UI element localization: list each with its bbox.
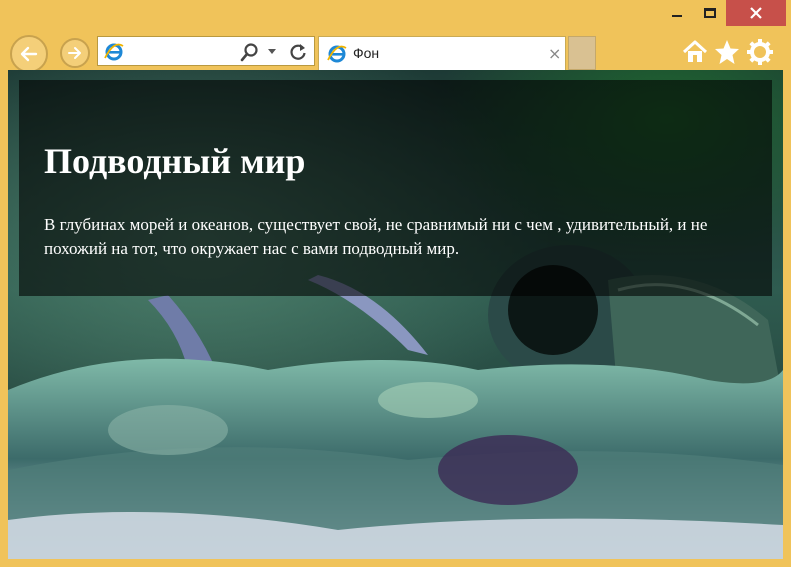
search-icon[interactable] (240, 42, 260, 62)
tab-close-icon[interactable]: × (548, 44, 561, 63)
browser-window: Фон × Подводный мир В глубинах морей и о… (0, 0, 791, 567)
back-arrow-icon (20, 46, 38, 62)
forward-arrow-icon (68, 47, 81, 59)
star-icon[interactable] (713, 38, 741, 66)
close-icon (750, 7, 762, 19)
forward-button[interactable] (60, 38, 90, 68)
minimize-icon (672, 15, 682, 17)
ie-logo-icon (327, 45, 347, 63)
text-overlay-box: Подводный мир В глубинах морей и океанов… (19, 80, 772, 296)
ie-logo-icon (104, 43, 124, 61)
maximize-icon (704, 8, 716, 18)
page-heading: Подводный мир (44, 141, 306, 181)
address-bar[interactable] (97, 36, 315, 66)
tab-title: Фон (353, 45, 380, 61)
gear-icon[interactable] (746, 38, 774, 66)
close-window-button[interactable] (726, 0, 786, 26)
new-tab-button[interactable] (568, 36, 596, 70)
home-icon[interactable] (681, 38, 709, 66)
minimize-button[interactable] (660, 0, 694, 26)
page-paragraph: В глубинах морей и океанов, существует с… (44, 215, 708, 258)
page-viewport: Подводный мир В глубинах морей и океанов… (8, 70, 783, 559)
maximize-button[interactable] (694, 0, 726, 26)
back-button[interactable] (10, 35, 48, 73)
tab-active[interactable]: Фон × (318, 36, 566, 70)
refresh-icon[interactable] (288, 42, 308, 62)
chevron-down-icon[interactable] (267, 48, 277, 56)
